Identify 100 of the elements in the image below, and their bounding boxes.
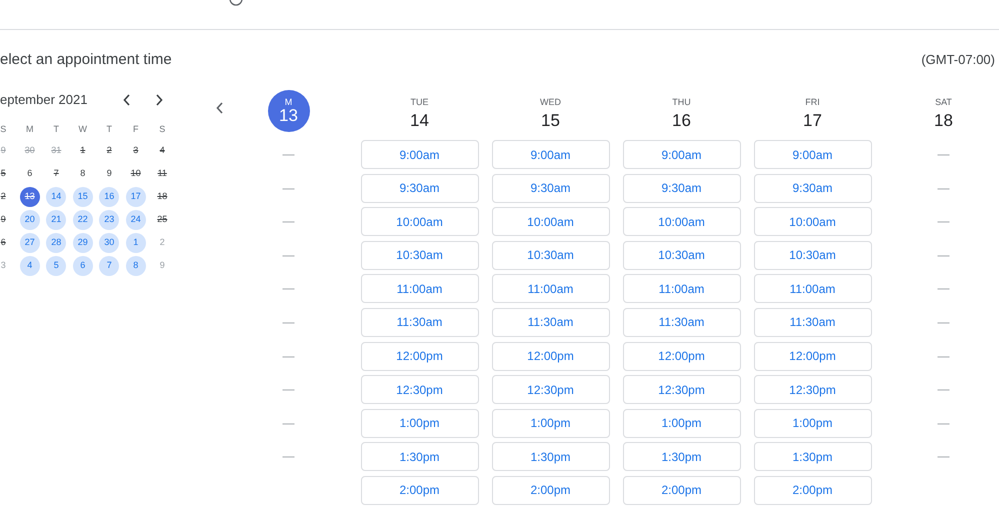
- calendar-day[interactable]: 2: [99, 141, 120, 161]
- time-slot-button[interactable]: 11:30am: [492, 308, 610, 337]
- time-slot-button[interactable]: 11:00am: [492, 274, 610, 304]
- calendar-day[interactable]: 9: [99, 164, 120, 184]
- calendar-day[interactable]: 16: [99, 187, 120, 207]
- unavailable-dash: —: [938, 448, 950, 466]
- time-slot-button[interactable]: 12:30pm: [622, 375, 740, 404]
- calendar-day[interactable]: 25: [152, 210, 172, 230]
- selected-day-header[interactable]: M 13: [268, 90, 310, 132]
- time-slot-button[interactable]: 12:00pm: [492, 342, 610, 371]
- calendar-day[interactable]: 20: [20, 210, 40, 230]
- calendar-day[interactable]: 3: [0, 256, 14, 276]
- calendar-day[interactable]: 5: [0, 164, 14, 184]
- time-slot-button[interactable]: 10:00am: [754, 207, 872, 236]
- calendar-day[interactable]: 28: [46, 233, 66, 253]
- time-slot-button[interactable]: 1:30pm: [622, 442, 740, 472]
- calendar-day[interactable]: 9: [0, 141, 14, 161]
- unavailable-dash: —: [938, 180, 950, 197]
- calendar-day[interactable]: 27: [20, 233, 40, 253]
- calendar-day[interactable]: 15: [72, 187, 93, 207]
- time-slot-button[interactable]: 2:00pm: [492, 476, 610, 505]
- unavailable-dash: —: [282, 180, 294, 197]
- time-slot-button[interactable]: 1:00pm: [360, 408, 478, 438]
- calendar-day[interactable]: 31: [46, 141, 66, 161]
- weekday-label: F: [132, 122, 140, 136]
- calendar-day[interactable]: 9: [152, 256, 172, 276]
- calendar-day[interactable]: 1: [126, 233, 146, 253]
- time-slot-button[interactable]: 9:00am: [492, 140, 610, 169]
- calendar-day[interactable]: 4: [20, 256, 40, 276]
- weekday-name: SAT: [935, 96, 952, 108]
- calendar-day[interactable]: 22: [72, 210, 93, 230]
- time-slot-button[interactable]: 1:30pm: [754, 442, 872, 472]
- time-slot-button[interactable]: 2:00pm: [360, 476, 478, 505]
- calendar-day[interactable]: 14: [46, 187, 66, 207]
- time-slot-button[interactable]: 9:00am: [622, 140, 740, 169]
- chevron-left-icon: [122, 94, 131, 106]
- calendar-day[interactable]: 2: [152, 233, 172, 253]
- unavailable-dash: —: [282, 414, 294, 432]
- unavailable-dash: —: [282, 448, 294, 466]
- time-slot-button[interactable]: 9:30am: [360, 174, 478, 203]
- calendar-day[interactable]: 11: [152, 164, 172, 184]
- time-slot-button[interactable]: 2:00pm: [622, 476, 740, 505]
- calendar-day[interactable]: 9: [0, 210, 14, 230]
- time-slot-button[interactable]: 10:30am: [492, 240, 610, 270]
- unavailable-dash: —: [938, 146, 950, 163]
- time-slot-button[interactable]: 10:30am: [622, 240, 740, 270]
- time-slot-button[interactable]: 1:00pm: [754, 408, 872, 438]
- time-slot-button[interactable]: 9:30am: [754, 174, 872, 203]
- time-slot-button[interactable]: 11:00am: [754, 274, 872, 304]
- calendar-day[interactable]: 21: [46, 210, 66, 230]
- unavailable-dash: —: [282, 381, 294, 398]
- time-slot-button[interactable]: 9:30am: [622, 174, 740, 203]
- calendar-day[interactable]: 6: [0, 233, 14, 253]
- time-slot-button[interactable]: 10:00am: [360, 207, 478, 236]
- time-slot-button[interactable]: 12:00pm: [754, 342, 872, 371]
- time-slot-button[interactable]: 12:30pm: [492, 375, 610, 404]
- calendar-day[interactable]: 6: [20, 164, 40, 184]
- time-slot-button[interactable]: 10:30am: [754, 240, 872, 270]
- calendar-day[interactable]: 23: [99, 210, 120, 230]
- calendar-day[interactable]: 1: [72, 141, 93, 161]
- calendar-day[interactable]: 10: [126, 164, 146, 184]
- time-slot-button[interactable]: 2:00pm: [754, 476, 872, 505]
- weekday-name: THU: [672, 96, 691, 108]
- time-slot-button[interactable]: 12:30pm: [360, 375, 478, 404]
- time-slot-button[interactable]: 12:30pm: [754, 375, 872, 404]
- time-slot-button[interactable]: 11:00am: [360, 274, 478, 304]
- unavailable-dash: —: [282, 146, 294, 163]
- time-slot-button[interactable]: 10:00am: [492, 207, 610, 236]
- calendar-day[interactable]: 8: [72, 164, 93, 184]
- time-slot-button[interactable]: 10:30am: [360, 240, 478, 270]
- time-slot-button[interactable]: 12:00pm: [360, 342, 478, 371]
- time-slot-button[interactable]: 9:30am: [492, 174, 610, 203]
- calendar-day[interactable]: 7: [46, 164, 66, 184]
- calendar-day[interactable]: 17: [126, 187, 146, 207]
- time-slot-button[interactable]: 1:30pm: [360, 442, 478, 472]
- calendar-day[interactable]: 30: [20, 141, 40, 161]
- time-slot-button[interactable]: 11:30am: [754, 308, 872, 337]
- time-slot-button[interactable]: 11:00am: [622, 274, 740, 304]
- calendar-day[interactable]: 24: [126, 210, 146, 230]
- time-slot-button[interactable]: 9:00am: [360, 140, 478, 169]
- day-number: 17: [803, 110, 822, 132]
- time-slot-button[interactable]: 10:00am: [622, 207, 740, 236]
- calendar-day[interactable]: 7: [99, 256, 120, 276]
- calendar-day[interactable]: 5: [46, 256, 66, 276]
- calendar-day[interactable]: 3: [126, 141, 146, 161]
- calendar-day[interactable]: 29: [72, 233, 93, 253]
- calendar-day[interactable]: 6: [72, 256, 93, 276]
- time-slot-button[interactable]: 1:00pm: [492, 408, 610, 438]
- time-slot-button[interactable]: 1:30pm: [492, 442, 610, 472]
- calendar-day[interactable]: 4: [152, 141, 172, 161]
- time-slot-button[interactable]: 11:30am: [360, 308, 478, 337]
- calendar-day[interactable]: 18: [152, 187, 172, 207]
- calendar-day[interactable]: 13: [20, 187, 40, 207]
- calendar-day[interactable]: 2: [0, 187, 14, 207]
- time-slot-button[interactable]: 12:00pm: [622, 342, 740, 371]
- time-slot-button[interactable]: 11:30am: [622, 308, 740, 337]
- time-slot-button[interactable]: 1:00pm: [622, 408, 740, 438]
- calendar-day[interactable]: 8: [126, 256, 146, 276]
- calendar-day[interactable]: 30: [99, 233, 120, 253]
- time-slot-button[interactable]: 9:00am: [754, 140, 872, 169]
